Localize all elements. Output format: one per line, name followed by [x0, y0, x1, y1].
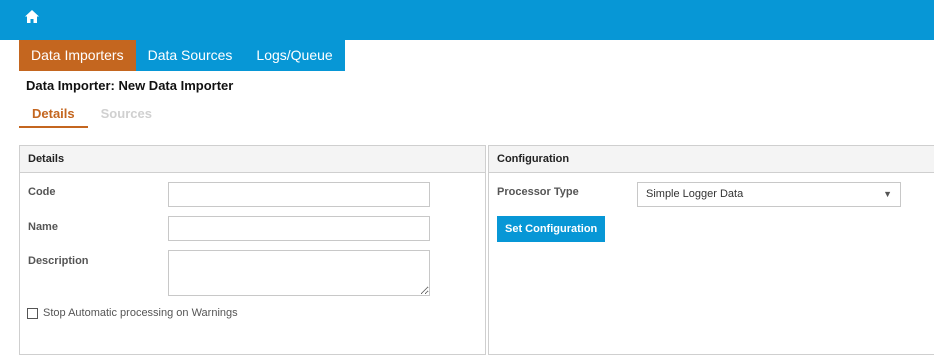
tab-sources[interactable]: Sources [88, 104, 165, 128]
top-bar [0, 0, 934, 40]
stop-processing-checkbox[interactable] [27, 307, 38, 319]
stop-processing-row: Stop Automatic processing on Warnings [27, 307, 238, 319]
processor-type-label: Processor Type [497, 186, 579, 198]
tab-details[interactable]: Details [19, 104, 88, 128]
configuration-panel: Configuration Processor Type Simple Logg… [488, 145, 934, 355]
home-icon[interactable] [24, 9, 40, 25]
tab-bar: Details Sources [19, 104, 165, 128]
details-panel: Details Code Name Description Stop Autom… [19, 145, 486, 355]
main-nav: Data Importers Data Sources Logs/Queue [19, 40, 345, 71]
processor-type-select[interactable]: Simple Logger Data ▼ [637, 182, 901, 207]
chevron-down-icon: ▼ [883, 189, 892, 199]
code-input[interactable] [168, 182, 430, 207]
page-title: Data Importer: New Data Importer [26, 78, 234, 93]
processor-type-value: Simple Logger Data [646, 188, 744, 200]
set-configuration-button[interactable]: Set Configuration [497, 216, 606, 242]
description-input[interactable] [168, 250, 430, 296]
nav-logs-queue[interactable]: Logs/Queue [244, 40, 345, 71]
configuration-panel-title: Configuration [489, 146, 934, 173]
name-input[interactable] [168, 216, 430, 241]
code-label: Code [28, 186, 56, 198]
description-label: Description [28, 255, 89, 267]
nav-data-sources[interactable]: Data Sources [135, 40, 245, 71]
stop-processing-label[interactable]: Stop Automatic processing on Warnings [43, 307, 238, 319]
details-panel-title: Details [20, 146, 485, 173]
nav-data-importers[interactable]: Data Importers [19, 40, 136, 71]
name-label: Name [28, 221, 58, 233]
